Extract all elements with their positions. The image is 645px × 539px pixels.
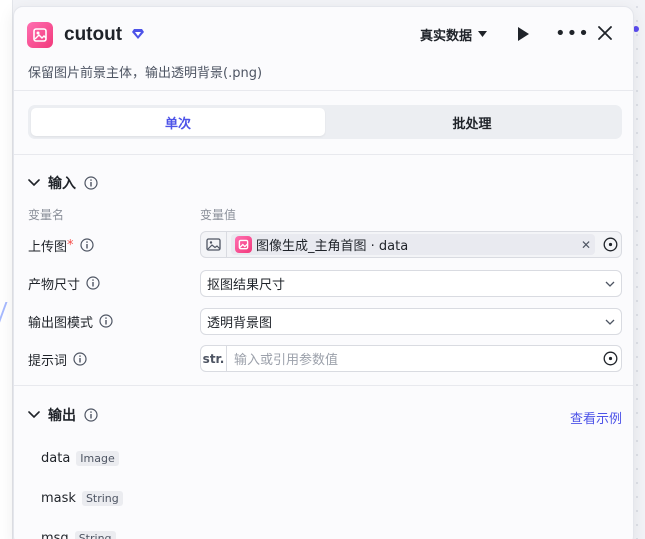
- output-item: msg String: [41, 531, 116, 539]
- param-label-output-size: 产物尺寸: [28, 270, 100, 296]
- data-mode-label: 真实数据: [420, 29, 473, 44]
- info-icon[interactable]: [99, 314, 113, 328]
- prompt-input[interactable]: str. 输入或引用参数值: [200, 345, 622, 372]
- output-name: data: [41, 451, 71, 466]
- required-asterisk: *: [67, 237, 74, 253]
- output-size-value: 抠图结果尺寸: [207, 278, 286, 293]
- node-icon: [27, 22, 53, 48]
- image-cutout-icon: [33, 28, 47, 42]
- param-label-output-mode: 输出图模式: [28, 308, 113, 334]
- output-section-title: 输出: [48, 408, 76, 424]
- variable-target-icon[interactable]: [599, 237, 621, 252]
- node-settings-panel: cutout 真实数据 ••• 保留图片前景主体，输出透明背景(.png) 单次…: [13, 6, 634, 539]
- param-label-text: 提示词: [28, 353, 68, 369]
- panel-header: cutout 真实数据 ••• 保留图片前景主体，输出透明背景(.png): [14, 7, 633, 91]
- output-section-header[interactable]: 输出: [28, 405, 98, 425]
- more-options-icon[interactable]: •••: [555, 25, 590, 43]
- type-badge: Image: [76, 451, 119, 466]
- variable-target-icon[interactable]: [599, 351, 621, 366]
- column-header-name: 变量名: [28, 208, 65, 222]
- info-icon[interactable]: [73, 352, 87, 366]
- output-name: msg: [41, 531, 69, 539]
- close-icon[interactable]: [598, 26, 612, 40]
- type-badge: String: [81, 491, 123, 506]
- prompt-placeholder: 输入或引用参数值: [234, 353, 339, 368]
- play-icon[interactable]: [516, 26, 530, 42]
- image-type-icon: [201, 232, 227, 257]
- view-example-link[interactable]: 查看示例: [570, 408, 622, 427]
- param-label-prompt: 提示词: [28, 346, 87, 372]
- ref-separator: ·: [366, 239, 379, 254]
- premium-diamond-icon: [132, 29, 144, 39]
- column-header-value: 变量值: [200, 208, 237, 222]
- input-section-header[interactable]: 输入: [28, 173, 98, 193]
- info-icon[interactable]: [79, 238, 94, 252]
- run-mode-tabs: 单次 批处理: [28, 105, 622, 139]
- info-icon[interactable]: [84, 176, 98, 190]
- node-ref-icon: [235, 236, 252, 253]
- upload-image-field[interactable]: 图像生成_主角首图 · data ✕: [200, 231, 622, 258]
- output-item: data Image: [41, 451, 119, 466]
- output-mode-select[interactable]: 透明背景图: [200, 308, 622, 335]
- clear-reference-icon[interactable]: ✕: [581, 238, 591, 252]
- input-section-title: 输入: [48, 176, 76, 192]
- output-item: mask String: [41, 491, 123, 506]
- output-name: mask: [41, 491, 76, 506]
- variable-reference-chip[interactable]: 图像生成_主角首图 · data ✕: [231, 234, 595, 255]
- chevron-down-icon[interactable]: [28, 179, 40, 187]
- param-label-upload-image: 上传图 *: [28, 232, 94, 258]
- output-mode-value: 透明背景图: [207, 316, 273, 331]
- divider: [14, 154, 633, 155]
- tab-batch[interactable]: 批处理: [325, 108, 619, 136]
- param-label-text: 上传图: [28, 239, 68, 255]
- type-badge: String: [74, 531, 116, 539]
- node-description: 保留图片前景主体，输出透明背景(.png): [28, 66, 263, 81]
- ref-field-name: data: [378, 239, 409, 254]
- chevron-down-icon: [599, 281, 621, 287]
- tab-single[interactable]: 单次: [31, 108, 325, 136]
- divider: [14, 385, 633, 386]
- string-type-prefix: str.: [201, 346, 227, 371]
- data-mode-dropdown[interactable]: 真实数据: [420, 25, 488, 44]
- caret-down-icon: [478, 31, 488, 37]
- param-label-text: 产物尺寸: [28, 277, 81, 293]
- ref-node-name: 图像生成_主角首图: [256, 239, 367, 254]
- chevron-down-icon[interactable]: [28, 411, 40, 419]
- info-icon[interactable]: [86, 276, 100, 290]
- info-icon[interactable]: [84, 408, 98, 422]
- canvas-left-node-edge: [0, 0, 13, 539]
- node-title[interactable]: cutout: [64, 22, 122, 48]
- param-label-text: 输出图模式: [28, 315, 94, 331]
- output-size-select[interactable]: 抠图结果尺寸: [200, 270, 622, 297]
- chevron-down-icon: [599, 319, 621, 325]
